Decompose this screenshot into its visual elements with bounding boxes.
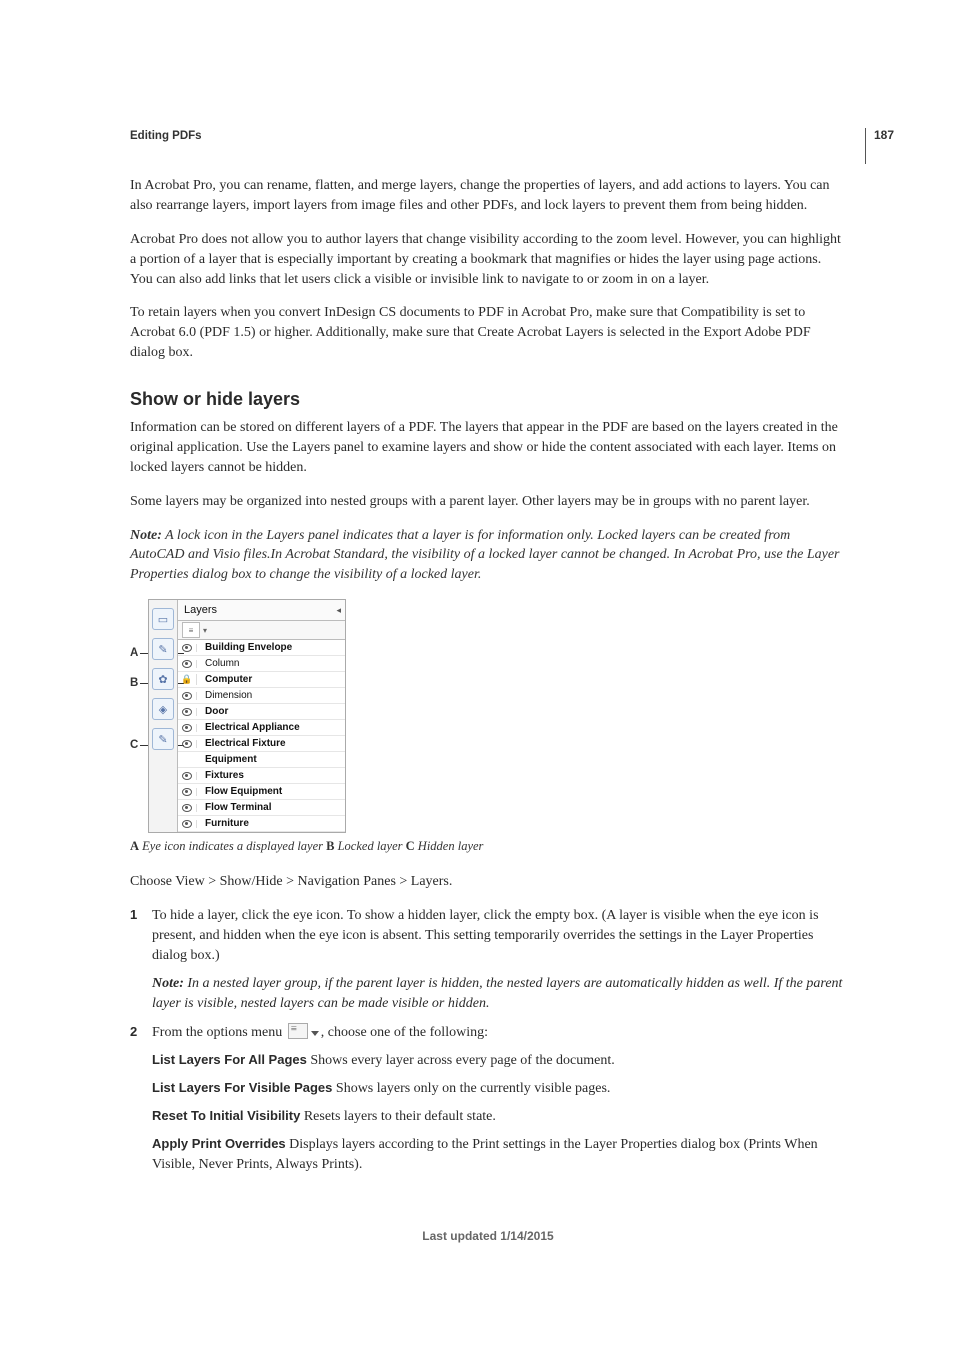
attachments-icon[interactable]: ✿ bbox=[152, 668, 174, 690]
layer-name: Flow Equipment bbox=[197, 786, 282, 797]
layer-name: Building Envelope bbox=[197, 642, 292, 653]
step-1-note-text: In a nested layer group, if the parent l… bbox=[152, 976, 842, 1011]
option-heading: List Layers For Visible Pages bbox=[152, 1080, 332, 1095]
section-tag: Editing PDFs bbox=[130, 130, 846, 142]
options-menu-icon bbox=[288, 1023, 308, 1039]
option-text: Shows layers only on the currently visib… bbox=[332, 1081, 610, 1096]
note-text: A lock icon in the Layers panel indicate… bbox=[130, 528, 839, 583]
eye-icon[interactable] bbox=[178, 692, 197, 700]
marker-c: C bbox=[130, 739, 138, 751]
intro-para-2: Acrobat Pro does not allow you to author… bbox=[130, 230, 846, 290]
option-heading: List Layers For All Pages bbox=[152, 1052, 307, 1067]
caption-text-b: Locked layer bbox=[334, 839, 405, 853]
signatures-icon[interactable]: ✎ bbox=[152, 728, 174, 750]
layers-figure: A B C ▭ ✎ ✿ ◈ ✎ Layers ◂ bbox=[130, 599, 846, 833]
layers-panel-title: Layers bbox=[184, 604, 217, 616]
choose-path: Choose View > Show/Hide > Navigation Pan… bbox=[130, 872, 846, 892]
option-heading: Reset To Initial Visibility bbox=[152, 1108, 300, 1123]
option-reset-visibility: Reset To Initial Visibility Resets layer… bbox=[152, 1107, 846, 1127]
step-1-text: To hide a layer, click the eye icon. To … bbox=[152, 908, 819, 963]
layers-panel-main: Layers ◂ ≡ ▾ Building Envelope Column 🔒C… bbox=[178, 600, 345, 832]
step-2-lead-a: From the options menu bbox=[152, 1025, 286, 1040]
marker-b: B bbox=[130, 677, 138, 689]
caption-key-a: A bbox=[130, 839, 139, 853]
eye-icon[interactable] bbox=[178, 740, 197, 748]
layers-panel-titlebar: Layers ◂ bbox=[178, 600, 345, 621]
option-list-all-pages: List Layers For All Pages Shows every la… bbox=[152, 1051, 846, 1071]
bookmarks-icon[interactable]: ✎ bbox=[152, 638, 174, 660]
options-menu-icon[interactable]: ≡ bbox=[182, 622, 200, 638]
thumbnails-icon[interactable]: ▭ bbox=[152, 608, 174, 630]
caption-text-c: Hidden layer bbox=[415, 839, 484, 853]
step-2-lead-b: , choose one of the following: bbox=[321, 1025, 488, 1040]
eye-icon[interactable] bbox=[178, 772, 197, 780]
layer-name: Door bbox=[197, 706, 228, 717]
layer-row[interactable]: Door bbox=[178, 704, 345, 720]
step-1-note: Note: In a nested layer group, if the pa… bbox=[152, 974, 846, 1014]
show-hide-para-2: Some layers may be organized into nested… bbox=[130, 492, 846, 512]
layers-panel: ▭ ✎ ✿ ◈ ✎ Layers ◂ ≡ ▾ Buil bbox=[148, 599, 346, 833]
layer-name: Computer bbox=[197, 674, 252, 685]
lock-icon[interactable]: 🔒 bbox=[178, 674, 197, 685]
layer-row[interactable]: Flow Terminal bbox=[178, 800, 345, 816]
intro-para-3: To retain layers when you convert InDesi… bbox=[130, 303, 846, 363]
page-root: 187 Editing PDFs In Acrobat Pro, you can… bbox=[0, 0, 954, 1283]
layer-row[interactable]: Building Envelope bbox=[178, 640, 345, 656]
step-2: From the options menu , choose one of th… bbox=[130, 1023, 846, 1174]
figure-caption: A Eye icon indicates a displayed layer B… bbox=[130, 839, 846, 854]
note-label: Note: bbox=[130, 528, 162, 543]
option-text: Resets layers to their default state. bbox=[300, 1109, 496, 1124]
caption-key-c: C bbox=[406, 839, 415, 853]
nav-rail: ▭ ✎ ✿ ◈ ✎ bbox=[149, 600, 178, 832]
heading-show-hide-layers: Show or hide layers bbox=[130, 389, 846, 410]
layer-row[interactable]: Equipment bbox=[178, 752, 345, 768]
layer-row[interactable]: Dimension bbox=[178, 688, 345, 704]
steps-list: To hide a layer, click the eye icon. To … bbox=[130, 906, 846, 1175]
figure-markers: A B C bbox=[130, 599, 144, 805]
eye-icon[interactable] bbox=[178, 788, 197, 796]
eye-icon[interactable] bbox=[178, 708, 197, 716]
chevron-down-icon bbox=[311, 1031, 319, 1036]
layer-row[interactable]: Flow Equipment bbox=[178, 784, 345, 800]
chevron-down-icon[interactable]: ▾ bbox=[203, 626, 207, 635]
layer-name: Electrical Appliance bbox=[197, 722, 300, 733]
option-heading: Apply Print Overrides bbox=[152, 1136, 286, 1151]
eye-icon[interactable] bbox=[178, 660, 197, 668]
layers-icon[interactable]: ◈ bbox=[152, 698, 174, 720]
option-list-visible-pages: List Layers For Visible Pages Shows laye… bbox=[152, 1079, 846, 1099]
layer-row[interactable]: Fixtures bbox=[178, 768, 345, 784]
eye-icon[interactable] bbox=[178, 820, 197, 828]
panel-collapse-icon[interactable]: ◂ bbox=[336, 605, 341, 616]
layer-row[interactable]: 🔒Computer bbox=[178, 672, 345, 688]
intro-para-1: In Acrobat Pro, you can rename, flatten,… bbox=[130, 176, 846, 216]
note-lock-icon: Note: A lock icon in the Layers panel in… bbox=[130, 526, 846, 586]
layer-row[interactable]: Electrical Fixture bbox=[178, 736, 345, 752]
eye-icon[interactable] bbox=[178, 804, 197, 812]
layer-row[interactable]: Furniture bbox=[178, 816, 345, 832]
option-apply-print-overrides: Apply Print Overrides Displays layers ac… bbox=[152, 1135, 846, 1175]
layer-name: Equipment bbox=[197, 754, 257, 765]
show-hide-para-1: Information can be stored on different l… bbox=[130, 418, 846, 478]
footer-last-updated: Last updated 1/14/2015 bbox=[130, 1229, 846, 1243]
layer-name: Column bbox=[197, 658, 239, 669]
layer-row[interactable]: Electrical Appliance bbox=[178, 720, 345, 736]
layer-row[interactable]: Column bbox=[178, 656, 345, 672]
layer-name: Electrical Fixture bbox=[197, 738, 286, 749]
layer-name: Fixtures bbox=[197, 770, 244, 781]
layers-panel-toolbar: ≡ ▾ bbox=[178, 621, 345, 640]
eye-icon[interactable] bbox=[178, 724, 197, 732]
step-1: To hide a layer, click the eye icon. To … bbox=[130, 906, 846, 1013]
layers-list: Building Envelope Column 🔒Computer Dimen… bbox=[178, 640, 345, 832]
page-number: 187 bbox=[874, 128, 894, 142]
note-label: Note: bbox=[152, 976, 184, 991]
caption-text-a: Eye icon indicates a displayed layer bbox=[139, 839, 326, 853]
marker-a: A bbox=[130, 647, 138, 659]
layer-name: Furniture bbox=[197, 818, 249, 829]
page-number-wrap: 187 bbox=[865, 128, 894, 164]
option-text: Shows every layer across every page of t… bbox=[307, 1053, 615, 1068]
layer-name: Dimension bbox=[197, 690, 252, 701]
eye-icon[interactable] bbox=[178, 644, 197, 652]
layer-name: Flow Terminal bbox=[197, 802, 272, 813]
